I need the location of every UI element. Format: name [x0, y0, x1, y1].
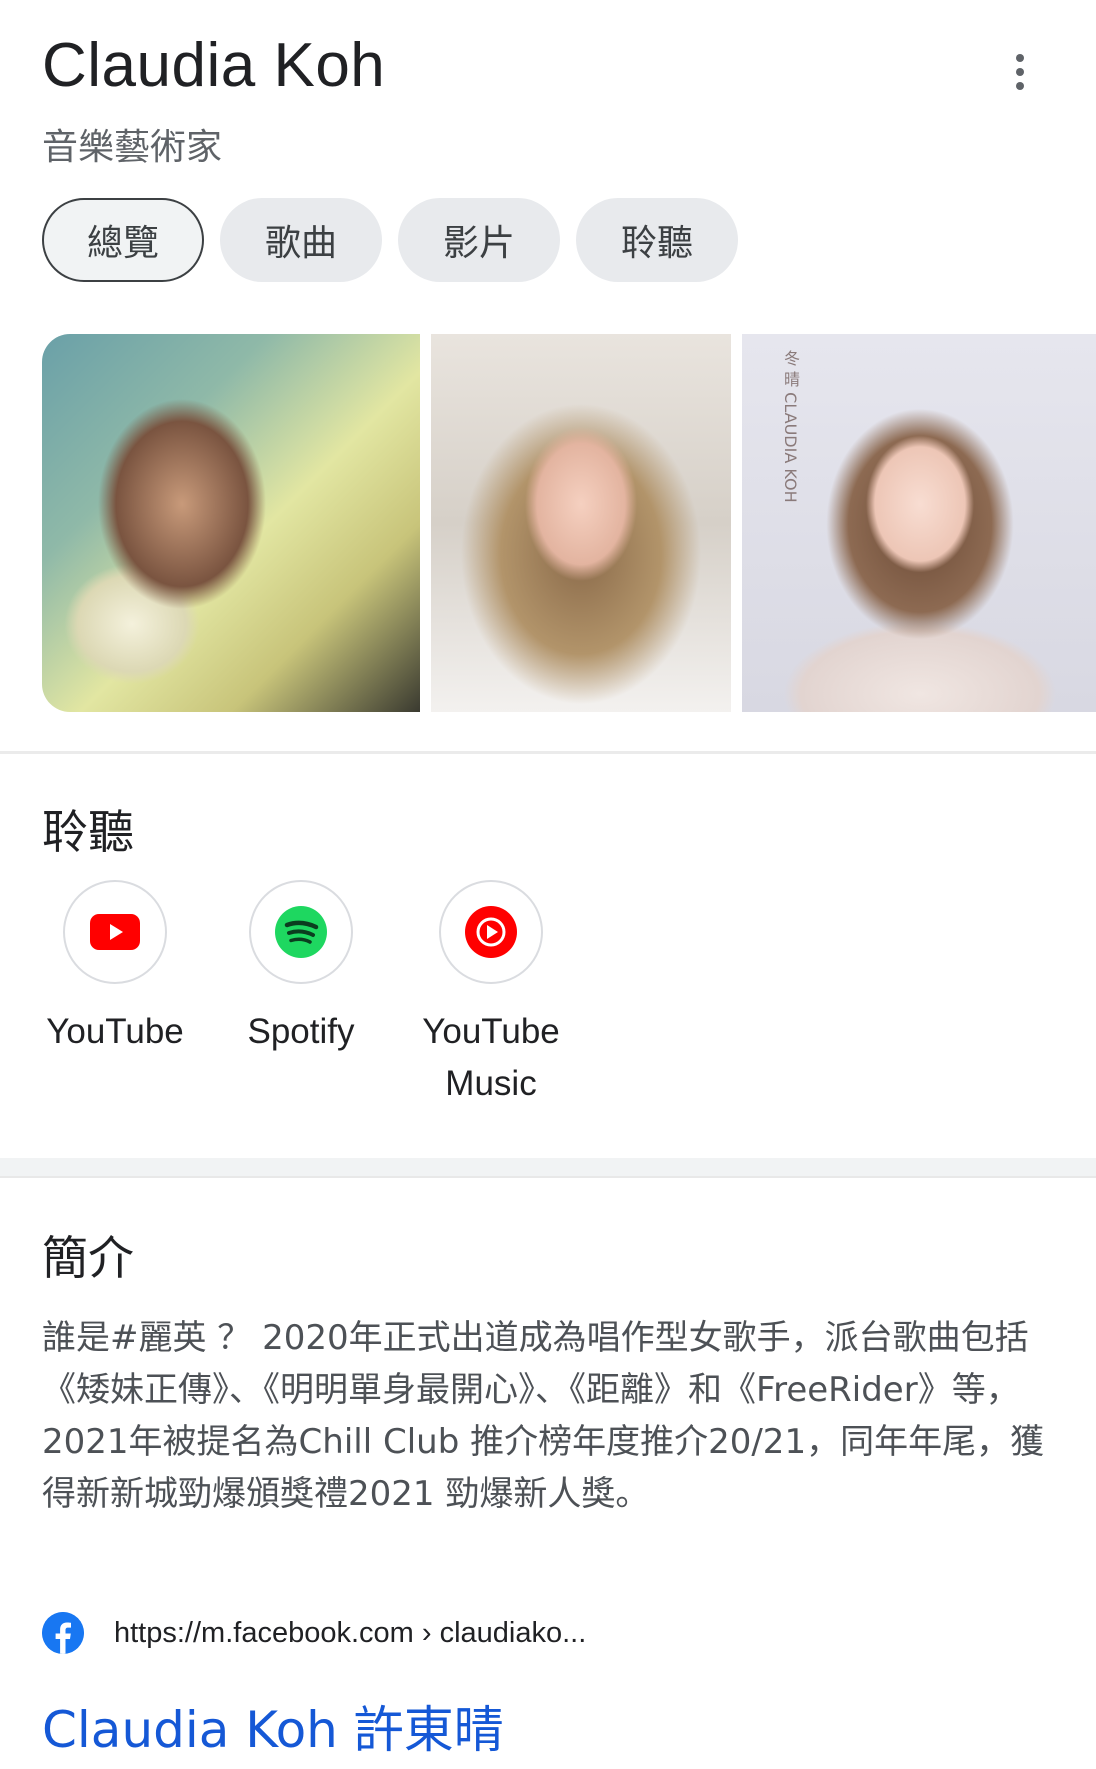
album-cover-text: 冬 晴 CLAUDIA KOH — [781, 350, 800, 503]
youtube-icon — [63, 880, 167, 984]
section-divider — [0, 751, 1096, 754]
tab-listen[interactable]: 聆聽 — [576, 198, 738, 282]
section-divider — [0, 1158, 1096, 1178]
source-row[interactable]: https://m.facebook.com › claudiako... — [42, 1612, 586, 1654]
service-label: YouTube — [46, 1012, 184, 1051]
artist-photo-2[interactable] — [431, 334, 731, 712]
tab-bar: 總覽 歌曲 影片 聆聽 — [42, 198, 738, 282]
spotify-icon — [249, 880, 353, 984]
source-url: https://m.facebook.com › claudiako... — [114, 1616, 587, 1649]
service-spotify[interactable]: Spotify — [228, 880, 374, 1110]
tab-videos[interactable]: 影片 — [398, 198, 560, 282]
entity-subtitle: 音樂藝術家 — [42, 127, 223, 168]
listen-section-title: 聆聽 — [42, 805, 134, 859]
artist-photo-3[interactable]: 冬 晴 CLAUDIA KOH — [742, 334, 1096, 712]
facebook-icon — [42, 1612, 84, 1654]
image-carousel[interactable]: 冬 晴 CLAUDIA KOH — [42, 334, 1096, 712]
tab-songs[interactable]: 歌曲 — [220, 198, 382, 282]
service-label: Spotify — [247, 1012, 355, 1051]
service-youtube-music[interactable]: YouTube Music — [414, 880, 568, 1110]
service-youtube[interactable]: YouTube — [42, 880, 188, 1110]
entity-title: Claudia Koh — [42, 31, 386, 100]
service-label: YouTube Music — [422, 1012, 560, 1103]
result-title-link[interactable]: Claudia Koh 許東晴 — [42, 1690, 504, 1762]
about-section-title: 簡介 — [42, 1231, 134, 1285]
artist-photo-1[interactable] — [42, 334, 420, 712]
tab-overview[interactable]: 總覽 — [42, 198, 204, 282]
knowledge-panel-header: Claudia Koh 音樂藝術家 — [0, 0, 1096, 190]
listen-services: YouTube Spotify YouTube Music — [42, 880, 568, 1110]
more-options-icon[interactable] — [1000, 48, 1040, 96]
about-description: 誰是#麗英 ？ 2020年正式出道成為唱作型女歌手，派台歌曲包括《矮妹正傳》、《… — [42, 1318, 1045, 1514]
youtube-music-icon — [439, 880, 543, 984]
